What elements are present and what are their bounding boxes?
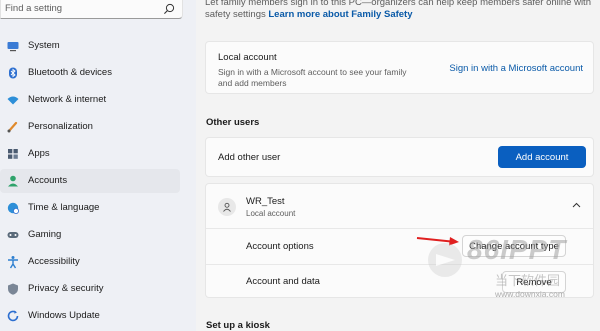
sidebar-item-accounts[interactable]: Accounts: [0, 169, 180, 193]
sidebar-item-label: System: [28, 40, 60, 51]
sidebar-item-gaming[interactable]: Gaming: [0, 223, 180, 247]
sidebar: Find a setting System Bluetooth & device…: [0, 0, 196, 331]
search-input[interactable]: Find a setting: [5, 3, 62, 14]
family-safety-link[interactable]: Learn more about Family Safety: [268, 9, 412, 20]
update-icon: [7, 310, 19, 322]
sidebar-item-label: Network & internet: [28, 94, 107, 105]
sidebar-item-network[interactable]: Network & internet: [0, 88, 180, 112]
intro-text-2: safety settings: [205, 9, 266, 20]
bluetooth-icon: [9, 67, 17, 79]
family-intro: Let family members sign in to this PC—or…: [205, 0, 595, 21]
sidebar-item-label: Accessibility: [28, 256, 80, 267]
microsoft-signin-link[interactable]: Sign in with a Microsoft account: [449, 63, 583, 74]
search-box[interactable]: Find a setting: [0, 0, 183, 19]
remove-button[interactable]: Remove: [502, 271, 566, 293]
chevron-up-icon[interactable]: [572, 202, 581, 208]
sidebar-item-label: Privacy & security: [28, 283, 104, 294]
search-icon[interactable]: [162, 2, 176, 16]
local-account-description: Sign in with a Microsoft account to see …: [218, 67, 407, 88]
other-users-heading: Other users: [206, 117, 260, 128]
intro-text: Let family members sign in to this PC—or…: [205, 0, 591, 8]
sidebar-item-apps[interactable]: Apps: [0, 142, 180, 166]
accessibility-icon: [8, 256, 18, 269]
change-account-type-button[interactable]: Change account type: [462, 235, 566, 257]
local-account-title: Local account: [218, 52, 277, 63]
shield-icon: [8, 283, 18, 295]
sidebar-item-label: Windows Update: [28, 310, 100, 321]
sidebar-item-label: Apps: [28, 148, 50, 159]
sidebar-item-bluetooth[interactable]: Bluetooth & devices: [0, 61, 180, 85]
user-card: WR_Test Local account Account options Ch…: [205, 183, 594, 298]
user-icon: [223, 202, 231, 212]
sidebar-item-label: Bluetooth & devices: [28, 67, 112, 78]
apps-icon: [8, 149, 18, 159]
wifi-icon: [7, 96, 19, 105]
brush-icon: [7, 121, 18, 133]
user-account-type: Local account: [246, 209, 296, 218]
add-user-card: Add other user Add account: [205, 137, 594, 177]
globe-clock-icon: [7, 202, 19, 214]
sidebar-item-label: Gaming: [28, 229, 62, 240]
kiosk-heading: Set up a kiosk: [206, 320, 270, 331]
account-data-label: Account and data: [246, 276, 320, 287]
divider: [206, 264, 593, 265]
sidebar-item-label: Time & language: [28, 202, 100, 213]
add-account-button[interactable]: Add account: [498, 146, 586, 168]
sidebar-item-label: Accounts: [28, 175, 68, 186]
avatar: [218, 198, 236, 216]
main-content: Let family members sign in to this PC—or…: [196, 0, 600, 331]
gamepad-icon: [7, 232, 19, 238]
divider: [206, 228, 593, 229]
sidebar-item-accessibility[interactable]: Accessibility: [0, 250, 180, 274]
account-options-label: Account options: [246, 241, 314, 252]
sidebar-item-personalization[interactable]: Personalization: [0, 115, 180, 139]
monitor-icon: [7, 42, 19, 52]
sidebar-item-system[interactable]: System: [0, 34, 180, 58]
add-other-user-label: Add other user: [218, 152, 281, 163]
user-name: WR_Test: [246, 196, 285, 207]
sidebar-item-label: Personalization: [28, 121, 93, 132]
sidebar-item-windows-update[interactable]: Windows Update: [0, 304, 180, 328]
person-icon: [8, 175, 18, 187]
arrow-annotation-icon: [416, 237, 459, 246]
sidebar-item-time-language[interactable]: Time & language: [0, 196, 180, 220]
local-account-card: Local account Sign in with a Microsoft a…: [205, 41, 594, 94]
sidebar-item-privacy[interactable]: Privacy & security: [0, 277, 180, 301]
